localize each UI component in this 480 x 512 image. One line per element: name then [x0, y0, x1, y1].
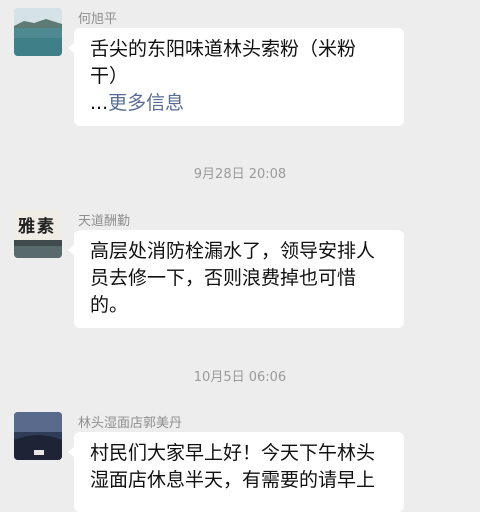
more-info-link[interactable]: 更多信息: [108, 92, 184, 114]
chat-message: 雅素 天道酬勤 高层处消防栓漏水了，领导安排人员去修一下，否则浪费掉也可惜的。: [14, 210, 434, 335]
avatar[interactable]: [14, 412, 62, 460]
message-text: 高层处消防栓漏水了，领导安排人员去修一下，否则浪费掉也可惜的。: [90, 240, 376, 316]
message-bubble[interactable]: 高层处消防栓漏水了，领导安排人员去修一下，否则浪费掉也可惜的。: [68, 230, 404, 328]
timestamp: 9月28日 20:08: [193, 167, 287, 182]
lake-landscape-icon: [14, 8, 62, 56]
avatar-calligraphy-text: 雅素: [18, 217, 56, 237]
chat-message: 何旭平 舌尖的东阳味道林头索粉（米粉干） ...更多信息: [14, 8, 434, 128]
message-bubble[interactable]: 村民们大家早上好！今天下午林头湿面店休息半天，有需要的请早上: [68, 432, 404, 512]
sender-name[interactable]: 林头湿面店郭美丹: [78, 412, 182, 431]
avatar[interactable]: 雅素: [14, 210, 62, 258]
avatar[interactable]: [14, 8, 62, 56]
night-scene-icon: [14, 412, 62, 460]
more-prefix: ...: [90, 92, 109, 114]
message-text: 村民们大家早上好！今天下午林头湿面店休息半天，有需要的请早上: [90, 442, 376, 491]
link-title: 舌尖的东阳味道林头索粉（米粉干）: [90, 38, 357, 87]
sender-name[interactable]: 何旭平: [78, 8, 117, 27]
sender-name[interactable]: 天道酬勤: [78, 210, 130, 229]
chat-message: 林头湿面店郭美丹 村民们大家早上好！今天下午林头湿面店休息半天，有需要的请早上: [14, 412, 434, 512]
message-bubble[interactable]: 舌尖的东阳味道林头索粉（米粉干） ...更多信息: [68, 28, 404, 126]
timestamp: 10月5日 06:06: [193, 370, 287, 385]
